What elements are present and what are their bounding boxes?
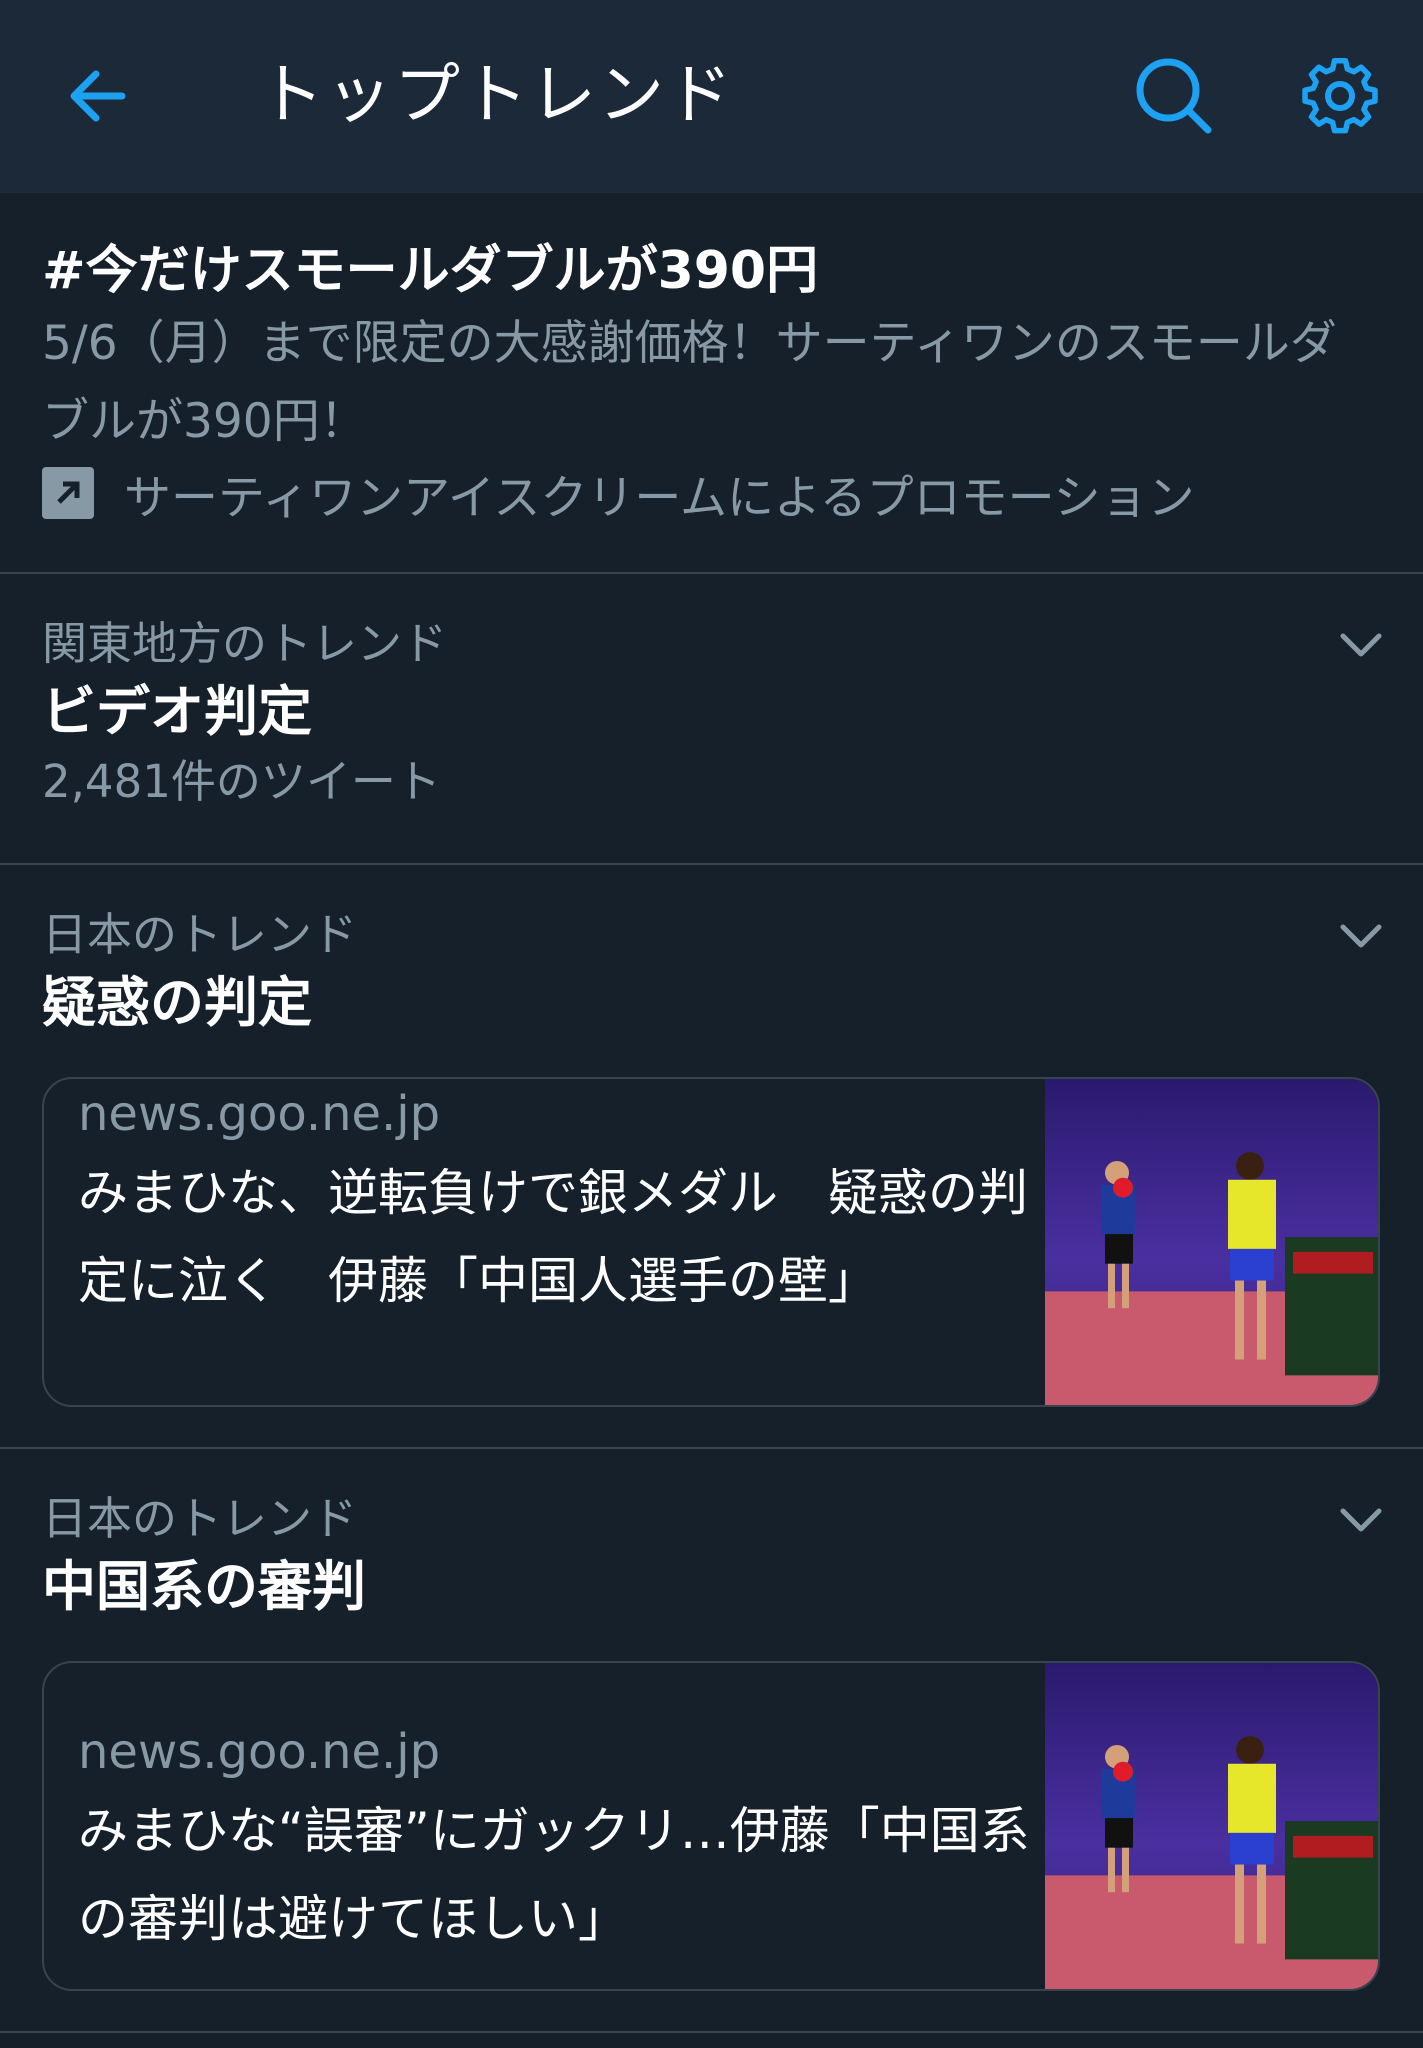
- promoted-trend[interactable]: #今だけスモールダブルが390円 5/6（月）まで限定の大感謝価格！サーティワン…: [0, 193, 1423, 574]
- news-domain: news.goo.ne.jp: [78, 1724, 441, 1780]
- trend-item[interactable]: 日本のトレンド 中国系の審判 news.goo.ne.jp みまひな“誤審”にガ…: [0, 1449, 1423, 2033]
- news-headline: みまひな“誤審”にガックリ…伊藤「中国系の審判は避けてほしい」: [78, 1802, 1030, 1948]
- back-button[interactable]: [62, 58, 138, 134]
- news-card[interactable]: news.goo.ne.jp みまひな、逆転負けで銀メダル 疑惑の判定に泣く 伊…: [42, 1077, 1380, 1407]
- trend-context: 日本のトレンド: [42, 908, 358, 961]
- news-card[interactable]: news.goo.ne.jp みまひな“誤審”にガックリ…伊藤「中国系の審判は避…: [42, 1661, 1380, 1991]
- news-card-text: news.goo.ne.jp みまひな“誤審”にガックリ…伊藤「中国系の審判は避…: [78, 1717, 1038, 1963]
- gear-icon: [1302, 57, 1378, 134]
- promoted-arrow-icon: [42, 467, 94, 519]
- trend-context: 関東地方のトレンド: [42, 617, 448, 670]
- back-arrow-icon: [70, 70, 126, 122]
- search-button[interactable]: [1132, 54, 1216, 138]
- news-domain: news.goo.ne.jp: [78, 1086, 441, 1142]
- trend-context: 日本のトレンド: [42, 1492, 358, 1545]
- promo-description: 5/6（月）まで限定の大感謝価格！サーティワンのスモールダブルが390円！: [42, 316, 1337, 449]
- settings-button[interactable]: [1300, 56, 1380, 136]
- tweet-count: 2,481件のツイート: [42, 755, 441, 808]
- promo-by-label: サーティワンアイスクリームによるプロモーション: [124, 470, 1195, 526]
- search-icon: [1136, 58, 1212, 134]
- news-headline: みまひな、逆転負けで銀メダル 疑惑の判定に泣く 伊藤「中国人選手の壁」: [78, 1164, 1028, 1310]
- trend-item[interactable]: 関東地方のトレンド ビデオ判定 2,481件のツイート: [0, 574, 1423, 865]
- trend-name: 中国系の審判: [42, 1555, 366, 1618]
- promo-title: #今だけスモールダブルが390円: [42, 241, 819, 301]
- news-thumbnail: [1045, 1079, 1378, 1405]
- trend-name: 疑惑の判定: [42, 971, 312, 1034]
- chevron-down-icon[interactable]: [1339, 1505, 1383, 1535]
- chevron-down-icon[interactable]: [1339, 630, 1383, 660]
- chevron-down-icon[interactable]: [1339, 921, 1383, 951]
- trend-item[interactable]: 日本のトレンド 疑惑の判定 news.goo.ne.jp みまひな、逆転負けで銀…: [0, 865, 1423, 1449]
- trend-name: ビデオ判定: [42, 680, 312, 743]
- page-title: トップトレンド: [258, 56, 734, 133]
- news-thumbnail: [1045, 1663, 1378, 1989]
- top-bar: トップトレンド: [0, 0, 1423, 193]
- news-card-text: news.goo.ne.jp みまひな、逆転負けで銀メダル 疑惑の判定に泣く 伊…: [78, 1079, 1038, 1325]
- promo-attribution: サーティワンアイスクリームによるプロモーション: [42, 463, 1195, 526]
